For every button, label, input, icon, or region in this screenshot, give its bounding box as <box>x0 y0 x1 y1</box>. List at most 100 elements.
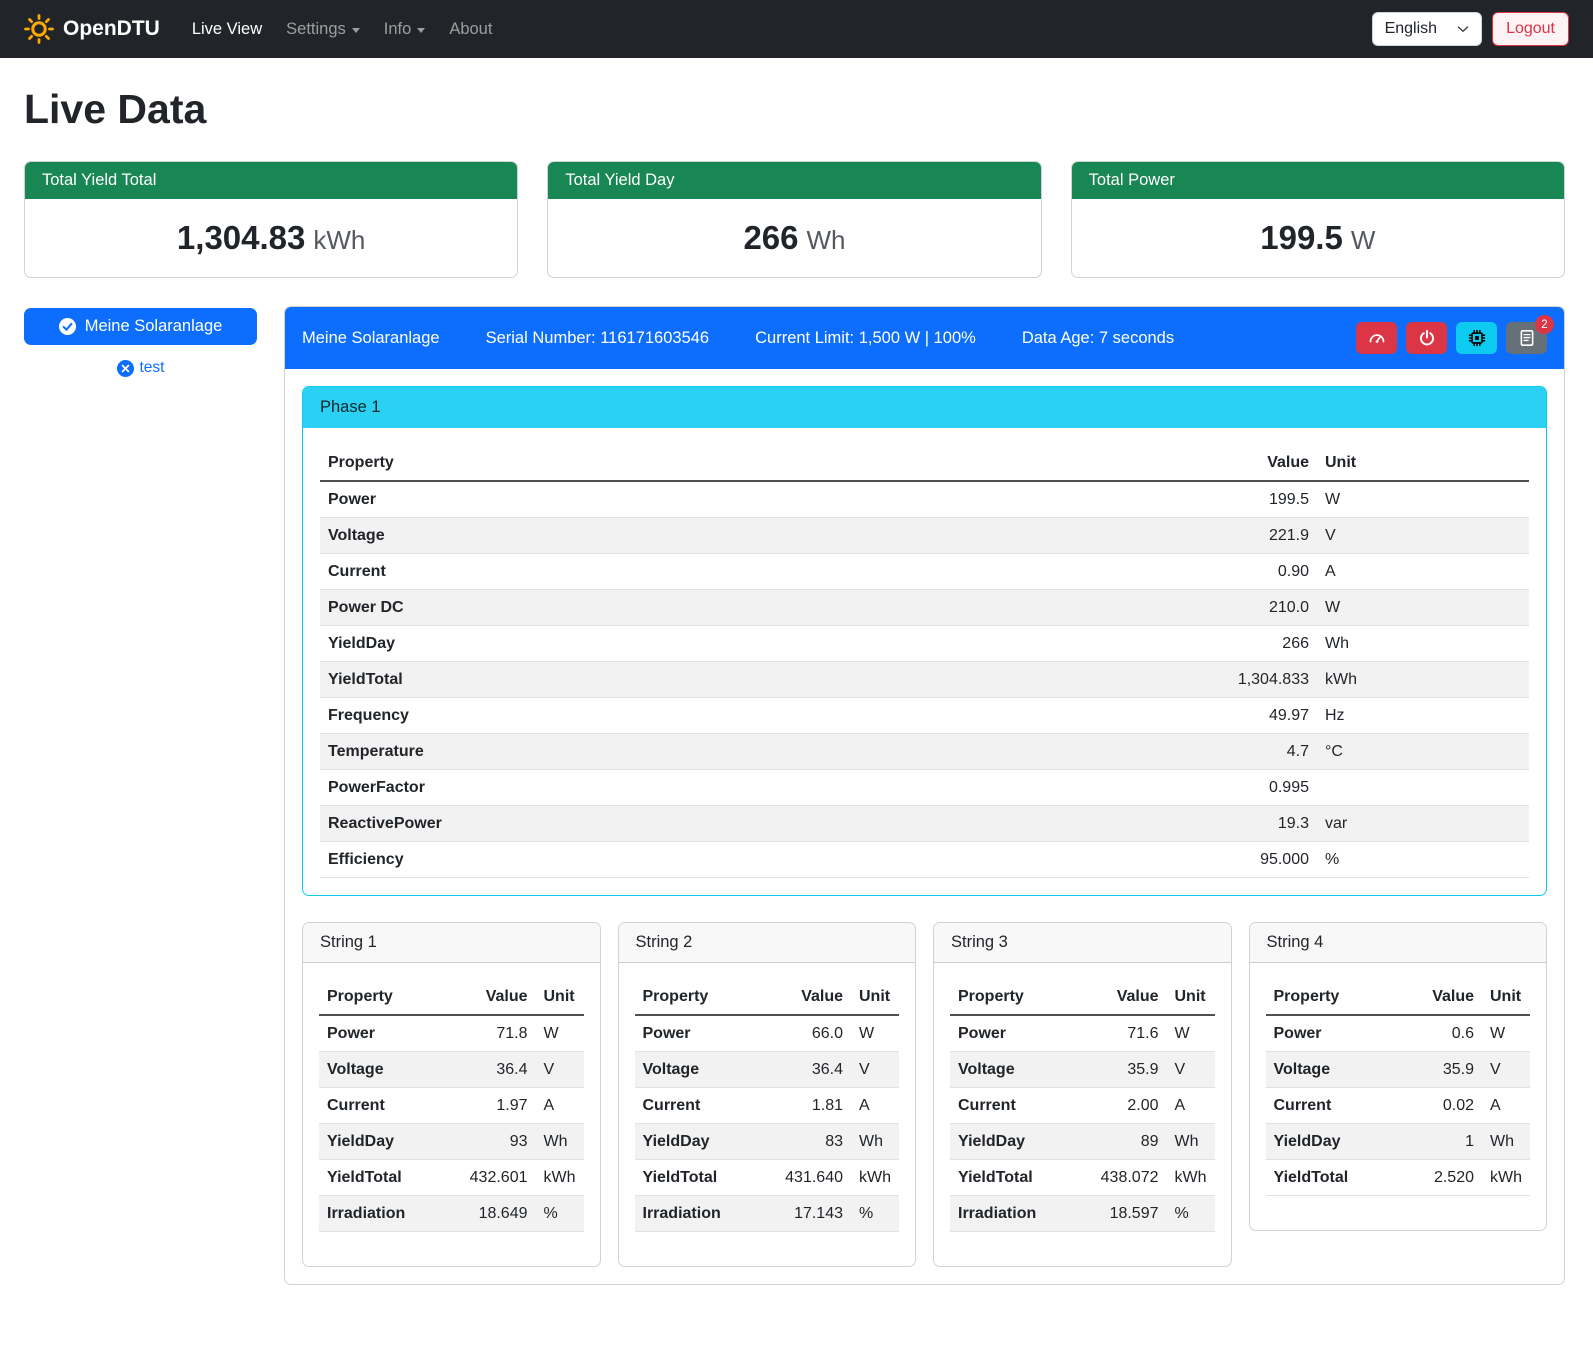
col-property: Property <box>950 979 1071 1015</box>
table-row: Current 1.97 A <box>319 1088 584 1124</box>
property-cell: Power <box>319 1015 440 1052</box>
string-card: String 4 Property Value Unit <box>1249 922 1548 1231</box>
device-info-button[interactable] <box>1456 322 1497 354</box>
value-cell: 71.6 <box>1071 1015 1166 1052</box>
inverter-select-button[interactable]: Meine Solaranlage <box>24 308 257 345</box>
top-navbar: OpenDTU Live View Settings Info About En… <box>0 0 1593 58</box>
power-button[interactable] <box>1406 322 1447 354</box>
table-row: YieldTotal 438.072 kWh <box>950 1160 1215 1196</box>
property-cell: Power <box>635 1015 756 1052</box>
chevron-down-icon <box>417 28 425 33</box>
summary-card: Total Power 199.5W <box>1071 161 1565 278</box>
nav-item-about[interactable]: About <box>439 12 502 47</box>
event-log-button[interactable]: 2 <box>1506 322 1547 354</box>
string-card-title: String 1 <box>303 923 600 963</box>
phase-table: Property Value Unit Power <box>320 445 1529 878</box>
unit-cell: kWh <box>851 1160 899 1196</box>
inverter-select-label: Meine Solaranlage <box>85 317 223 336</box>
property-cell: YieldDay <box>320 626 916 662</box>
property-cell: YieldTotal <box>1266 1160 1398 1196</box>
col-property: Property <box>1266 979 1398 1015</box>
table-row: Temperature 4.7 °C <box>320 734 1529 770</box>
unit-cell: V <box>1317 518 1529 554</box>
table-row: Voltage 36.4 V <box>635 1052 900 1088</box>
string-table: Property Value Unit <box>950 979 1215 1232</box>
summary-card-body: 1,304.83kWh <box>25 199 517 277</box>
value-cell: 18.597 <box>1071 1196 1166 1232</box>
journal-text-icon <box>1518 329 1536 347</box>
property-cell: Power DC <box>320 590 916 626</box>
table-header-row: Property Value Unit <box>635 979 900 1015</box>
value-cell: 2.520 <box>1398 1160 1482 1196</box>
summary-card-title: Total Yield Day <box>548 162 1040 199</box>
property-cell: Current <box>319 1088 440 1124</box>
limit-settings-button[interactable] <box>1356 322 1397 354</box>
table-row: Voltage 35.9 V <box>1266 1052 1531 1088</box>
power-icon <box>1418 329 1436 347</box>
unit-cell <box>1317 770 1529 806</box>
unit-cell: kWh <box>536 1160 584 1196</box>
nav-item-settings[interactable]: Settings <box>276 12 370 47</box>
table-row: YieldTotal 432.601 kWh <box>319 1160 584 1196</box>
value-cell: 19.3 <box>916 806 1317 842</box>
property-cell: ReactivePower <box>320 806 916 842</box>
property-cell: Voltage <box>320 518 916 554</box>
table-row: Irradiation 17.143 % <box>635 1196 900 1232</box>
value-cell: 0.02 <box>1398 1088 1482 1124</box>
sun-icon <box>24 14 54 44</box>
table-row: Current 2.00 A <box>950 1088 1215 1124</box>
unit-cell: V <box>536 1052 584 1088</box>
col-unit: Unit <box>1482 979 1530 1015</box>
cpu-icon <box>1468 329 1486 347</box>
logout-button[interactable]: Logout <box>1492 12 1569 46</box>
summary-card-title: Total Yield Total <box>25 162 517 199</box>
sidebar-item-test[interactable]: test <box>24 359 257 377</box>
sidebar-item-test-label: test <box>140 359 165 377</box>
col-value: Value <box>916 445 1317 481</box>
unit-cell: Wh <box>1167 1124 1215 1160</box>
unit-cell: V <box>1167 1052 1215 1088</box>
table-header-row: Property Value Unit <box>950 979 1215 1015</box>
property-cell: Frequency <box>320 698 916 734</box>
value-cell: 83 <box>756 1124 851 1160</box>
property-cell: YieldTotal <box>950 1160 1071 1196</box>
value-cell: 71.8 <box>440 1015 535 1052</box>
unit-cell: W <box>1167 1015 1215 1052</box>
nav-item-live-view[interactable]: Live View <box>182 12 272 47</box>
unit-cell: A <box>1317 554 1529 590</box>
main-row: Meine Solaranlage test Meine Solaranlage… <box>24 306 1565 1285</box>
table-row: Irradiation 18.649 % <box>319 1196 584 1232</box>
string-table: Property Value Unit <box>1266 979 1531 1196</box>
unit-cell: % <box>536 1196 584 1232</box>
language-select[interactable]: English <box>1372 12 1482 46</box>
value-cell: 432.601 <box>440 1160 535 1196</box>
table-row: YieldDay 89 Wh <box>950 1124 1215 1160</box>
navbar-right: English Logout <box>1372 12 1569 46</box>
value-cell: 95.000 <box>916 842 1317 878</box>
unit-cell: Wh <box>1482 1124 1530 1160</box>
table-row: Efficiency 95.000 % <box>320 842 1529 878</box>
property-cell: YieldTotal <box>320 662 916 698</box>
value-cell: 210.0 <box>916 590 1317 626</box>
property-cell: Temperature <box>320 734 916 770</box>
property-cell: Current <box>950 1088 1071 1124</box>
summary-card-body: 199.5W <box>1072 199 1564 277</box>
table-header-row: Property Value Unit <box>319 979 584 1015</box>
nav-item-info[interactable]: Info <box>374 12 436 47</box>
value-cell: 221.9 <box>916 518 1317 554</box>
table-row: YieldDay 266 Wh <box>320 626 1529 662</box>
table-row: YieldDay 83 Wh <box>635 1124 900 1160</box>
table-row: Current 0.90 A <box>320 554 1529 590</box>
page-content: Live Data Total Yield Total 1,304.83kWh … <box>0 58 1593 1325</box>
unit-cell: Wh <box>1317 626 1529 662</box>
col-value: Value <box>1398 979 1482 1015</box>
value-cell: 438.072 <box>1071 1160 1166 1196</box>
event-count-badge: 2 <box>1535 315 1554 334</box>
unit-cell: W <box>1482 1015 1530 1052</box>
string-card-title: String 2 <box>619 923 916 963</box>
table-row: Power DC 210.0 W <box>320 590 1529 626</box>
brand[interactable]: OpenDTU <box>24 14 160 44</box>
property-cell: Voltage <box>635 1052 756 1088</box>
value-cell: 35.9 <box>1398 1052 1482 1088</box>
value-cell: 66.0 <box>756 1015 851 1052</box>
